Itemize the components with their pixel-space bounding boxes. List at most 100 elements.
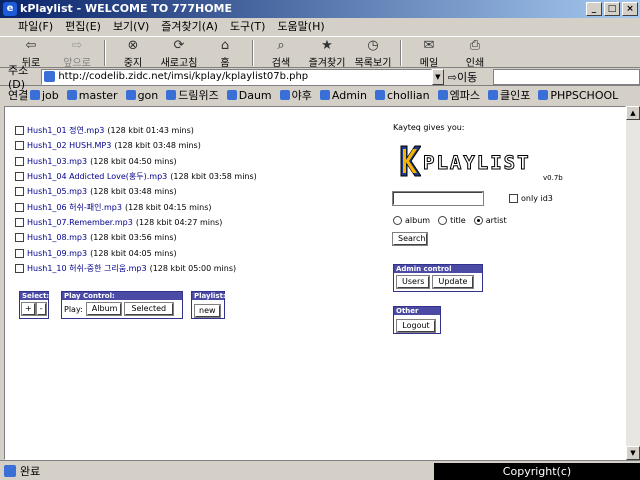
track-name-link[interactable]: Hush1_04 Addicted Love(홍두).mp3 <box>27 171 167 182</box>
menu-tools[interactable]: 도구(T) <box>224 18 272 36</box>
track-checkbox[interactable] <box>15 187 24 197</box>
toolbar-button-8[interactable]: ✉ 메일 <box>406 37 452 69</box>
scroll-down-button[interactable]: ▼ <box>626 446 640 460</box>
address-dropdown-button[interactable]: ▼ <box>431 68 444 85</box>
forward-arrow-icon: ⇨ <box>71 38 83 53</box>
toolbar-button-1[interactable]: ⇨ 앞으로 <box>54 37 100 69</box>
play-label: Play: <box>64 304 83 314</box>
toolbar-button-2[interactable]: ⊗ 중지 <box>110 37 156 69</box>
track-name-link[interactable]: Hush1_06 허쉬-패인.mp3 <box>27 202 122 213</box>
toolbar-button-7[interactable]: ◷ 목록보기 <box>350 37 396 69</box>
radio-option-artist[interactable]: artist <box>473 216 507 225</box>
toolbar: ⇦ 뒤로 ⇨ 앞으로 ⊗ 중지 ⟳ 새로고침 ⌂ 홈 ⌕ 검색 ★ 즐겨찾기 ◷ 목록보기 ✉ 메일 ⎙ 인쇄 <box>0 36 640 69</box>
link-page-icon <box>30 90 40 100</box>
vertical-scrollbar[interactable]: ▲ ▼ <box>626 106 640 460</box>
new-playlist-button[interactable]: new <box>194 304 221 318</box>
history-icon: ◷ <box>367 38 379 53</box>
link-item[interactable]: job <box>30 89 59 102</box>
track-info: (128 kbit 03:48 mins) <box>90 187 177 197</box>
toolbar-separator <box>252 40 254 66</box>
track-info: (128 kbit 03:56 mins) <box>90 233 177 243</box>
favorites-icon: ★ <box>321 38 333 53</box>
track-info: (128 kbit 05:00 mins) <box>149 263 237 273</box>
menu-bar: 파일(F) 편집(E) 보기(V) 즐겨찾기(A) 도구(T) 도움말(H) <box>0 18 640 36</box>
menu-edit[interactable]: 편집(E) <box>59 18 107 36</box>
logout-button[interactable]: Logout <box>396 319 436 333</box>
link-item[interactable]: gon <box>125 89 158 102</box>
menu-favorites[interactable]: 즐겨찾기(A) <box>155 18 224 36</box>
track-row: Hush1_08.mp3 (128 kbit 03:56 mins) <box>15 230 257 245</box>
link-page-icon <box>66 90 77 100</box>
track-checkbox[interactable] <box>15 126 24 136</box>
track-info: (128 kbit 04:15 mins) <box>124 202 212 212</box>
address-input[interactable]: http://codelib.zidc.net/imsi/kplay/kplay… <box>41 68 432 85</box>
close-button[interactable]: × <box>622 2 638 16</box>
link-page-icon <box>538 90 549 100</box>
track-name-link[interactable]: Hush1_08.mp3 <box>27 233 87 242</box>
window-titlebar[interactable]: e kPlaylist - WELCOME TO 777HOME _ □ × <box>0 0 640 18</box>
link-item[interactable]: chollian <box>374 89 430 102</box>
toolbar-button-5[interactable]: ⌕ 검색 <box>258 37 304 69</box>
track-checkbox[interactable] <box>15 217 24 227</box>
radio-option-title[interactable]: title <box>438 216 466 225</box>
track-info: (128 kbit 04:05 mins) <box>90 248 177 258</box>
toolbar-button-3[interactable]: ⟳ 새로고침 <box>156 37 202 69</box>
track-name-link[interactable]: Hush1_01 정연.mp3 <box>27 125 104 136</box>
radio-button[interactable] <box>438 216 448 225</box>
play-selected-button[interactable]: Selected <box>123 302 174 316</box>
radio-option-album[interactable]: album <box>393 216 430 225</box>
link-page-icon <box>437 90 448 100</box>
track-name-link[interactable]: Hush1_05.mp3 <box>27 187 87 196</box>
link-item[interactable]: PHPSCHOOL <box>538 89 618 102</box>
link-label: Admin <box>331 88 367 102</box>
window-controls: _ □ × <box>586 2 638 16</box>
deselect-all-button[interactable]: - <box>35 302 47 316</box>
track-info: (128 kbit 04:27 mins) <box>135 217 223 227</box>
link-label: master <box>78 88 118 102</box>
track-checkbox[interactable] <box>15 233 24 243</box>
search-input[interactable] <box>392 191 484 206</box>
link-item[interactable]: 야후 <box>279 87 312 103</box>
link-item[interactable]: master <box>66 88 118 102</box>
menu-view[interactable]: 보기(V) <box>107 18 155 36</box>
link-item[interactable]: Admin <box>319 88 367 102</box>
track-name-link[interactable]: Hush1_07.Remember.mp3 <box>27 218 133 227</box>
right-column: Kayteq gives you: PLAYLIST v0.7b only id… <box>392 123 563 334</box>
link-item[interactable]: 드림위즈 <box>166 87 219 103</box>
link-item[interactable]: 엠파스 <box>437 87 480 103</box>
track-checkbox[interactable] <box>15 263 24 273</box>
users-button[interactable]: Users <box>396 275 430 289</box>
track-checkbox[interactable] <box>15 141 24 151</box>
track-name-link[interactable]: Hush1_03.mp3 <box>27 157 87 166</box>
radio-button[interactable] <box>393 216 402 225</box>
track-name-link[interactable]: Hush1_10 허쉬-중한 그리움.mp3 <box>27 263 147 274</box>
page-content: Hush1_01 정연.mp3 (128 kbit 01:43 mins) Hush… <box>4 106 626 460</box>
track-name-link[interactable]: Hush1_09.mp3 <box>27 249 87 258</box>
links-label: 연결 <box>8 89 29 102</box>
menu-file[interactable]: 파일(F) <box>12 18 59 36</box>
link-label: 드림위즈 <box>178 89 219 102</box>
radio-button[interactable] <box>473 216 483 225</box>
play-album-button[interactable]: Album <box>85 302 122 316</box>
minimize-button[interactable]: _ <box>586 2 602 16</box>
maximize-button[interactable]: □ <box>604 2 620 16</box>
update-button[interactable]: Update <box>432 275 474 289</box>
link-item[interactable]: 클인포 <box>487 87 530 103</box>
only-id3-checkbox[interactable] <box>509 194 518 203</box>
toolbar-button-6[interactable]: ★ 즐겨찾기 <box>304 37 350 69</box>
go-button[interactable]: ⇨이동 <box>448 69 491 85</box>
toolbar-button-4[interactable]: ⌂ 홈 <box>202 37 248 69</box>
track-checkbox[interactable] <box>15 248 24 258</box>
track-name-link[interactable]: Hush1_02 HUSH.MP3 <box>27 141 111 150</box>
menu-help[interactable]: 도움말(H) <box>271 18 330 36</box>
other-panel: Other Logout <box>393 306 441 334</box>
toolbar-button-9[interactable]: ⎙ 인쇄 <box>452 37 498 69</box>
track-checkbox[interactable] <box>15 172 24 182</box>
track-checkbox[interactable] <box>15 156 24 166</box>
search-button[interactable]: Search <box>392 232 428 246</box>
link-item[interactable]: Daum <box>226 89 272 102</box>
address-bar: 주소(D) http://codelib.zidc.net/imsi/kplay… <box>0 64 640 91</box>
select-all-button[interactable]: + <box>21 302 36 316</box>
scroll-up-button[interactable]: ▲ <box>626 106 640 120</box>
track-checkbox[interactable] <box>15 202 24 212</box>
